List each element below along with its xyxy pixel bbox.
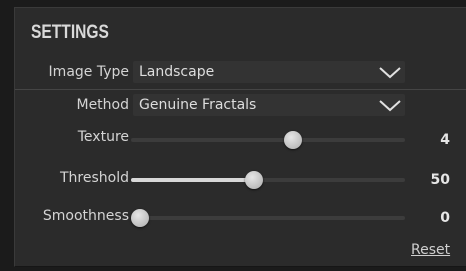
- image-type-value: Landscape: [139, 64, 215, 80]
- threshold-slider-fill: [131, 178, 254, 182]
- image-type-dropdown[interactable]: Landscape: [133, 61, 405, 83]
- threshold-slider[interactable]: [131, 171, 405, 189]
- chevron-down-icon: [379, 67, 401, 79]
- method-dropdown[interactable]: Genuine Fractals: [133, 94, 405, 116]
- chevron-down-icon: [379, 100, 401, 112]
- threshold-label: Threshold: [60, 170, 129, 186]
- threshold-value: 50: [430, 172, 450, 188]
- panel-title: SETTINGS: [31, 22, 109, 43]
- method-label: Method: [76, 97, 129, 113]
- smoothness-value: 0: [440, 210, 450, 226]
- texture-slider[interactable]: [131, 131, 405, 149]
- texture-label: Texture: [77, 129, 129, 145]
- texture-value: 4: [440, 132, 450, 148]
- smoothness-slider[interactable]: [131, 209, 405, 227]
- threshold-slider-thumb[interactable]: [245, 171, 263, 189]
- reset-link[interactable]: Reset: [411, 242, 450, 258]
- image-type-label: Image Type: [48, 64, 129, 80]
- method-value: Genuine Fractals: [139, 97, 257, 113]
- settings-panel: SETTINGS Image Type Landscape Method Gen…: [14, 7, 466, 267]
- section-divider: [15, 89, 466, 90]
- smoothness-label: Smoothness: [42, 208, 129, 224]
- smoothness-slider-thumb[interactable]: [131, 209, 149, 227]
- texture-slider-thumb[interactable]: [284, 131, 302, 149]
